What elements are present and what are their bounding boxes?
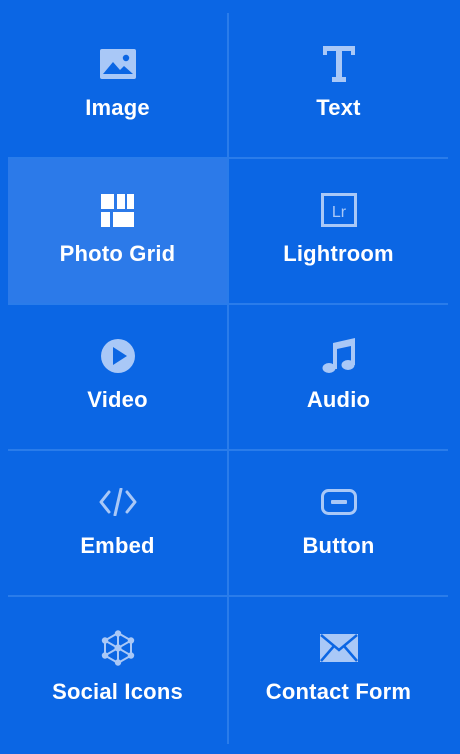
code-icon xyxy=(98,482,138,522)
tile-image[interactable]: Image xyxy=(8,13,227,157)
tile-text[interactable]: Text xyxy=(229,13,448,157)
text-icon xyxy=(319,44,359,84)
tile-button[interactable]: Button xyxy=(229,451,448,595)
social-network-icon xyxy=(98,628,138,668)
envelope-icon xyxy=(319,628,359,668)
content-block-grid: Image Text Photo Grid Lr Lightroom Video… xyxy=(8,13,448,744)
tile-label: Button xyxy=(302,533,375,558)
tile-label: Audio xyxy=(306,387,371,412)
tile-label: Text xyxy=(316,95,361,120)
tile-social-icons[interactable]: Social Icons xyxy=(8,597,227,741)
tile-photo-grid[interactable]: Photo Grid xyxy=(8,159,227,303)
tile-audio[interactable]: Audio xyxy=(229,305,448,449)
tile-label: Image xyxy=(85,95,150,120)
tile-label: Video xyxy=(87,387,148,412)
tile-lightroom[interactable]: Lr Lightroom xyxy=(229,159,448,303)
lightroom-icon: Lr xyxy=(319,190,359,230)
tile-label: Embed xyxy=(80,533,155,558)
tile-contact-form[interactable]: Contact Form xyxy=(229,597,448,741)
lightroom-icon-text: Lr xyxy=(331,204,346,221)
tile-embed[interactable]: Embed xyxy=(8,451,227,595)
photo-grid-icon xyxy=(98,190,138,230)
column-divider xyxy=(227,13,229,744)
music-note-icon xyxy=(319,336,359,376)
tile-label: Photo Grid xyxy=(59,241,176,266)
tile-label: Contact Form xyxy=(265,679,412,704)
image-icon xyxy=(98,44,138,84)
button-icon xyxy=(319,482,359,522)
tile-label: Lightroom xyxy=(283,241,394,266)
tile-label: Social Icons xyxy=(52,679,183,704)
tile-video[interactable]: Video xyxy=(8,305,227,449)
video-play-icon xyxy=(98,336,138,376)
